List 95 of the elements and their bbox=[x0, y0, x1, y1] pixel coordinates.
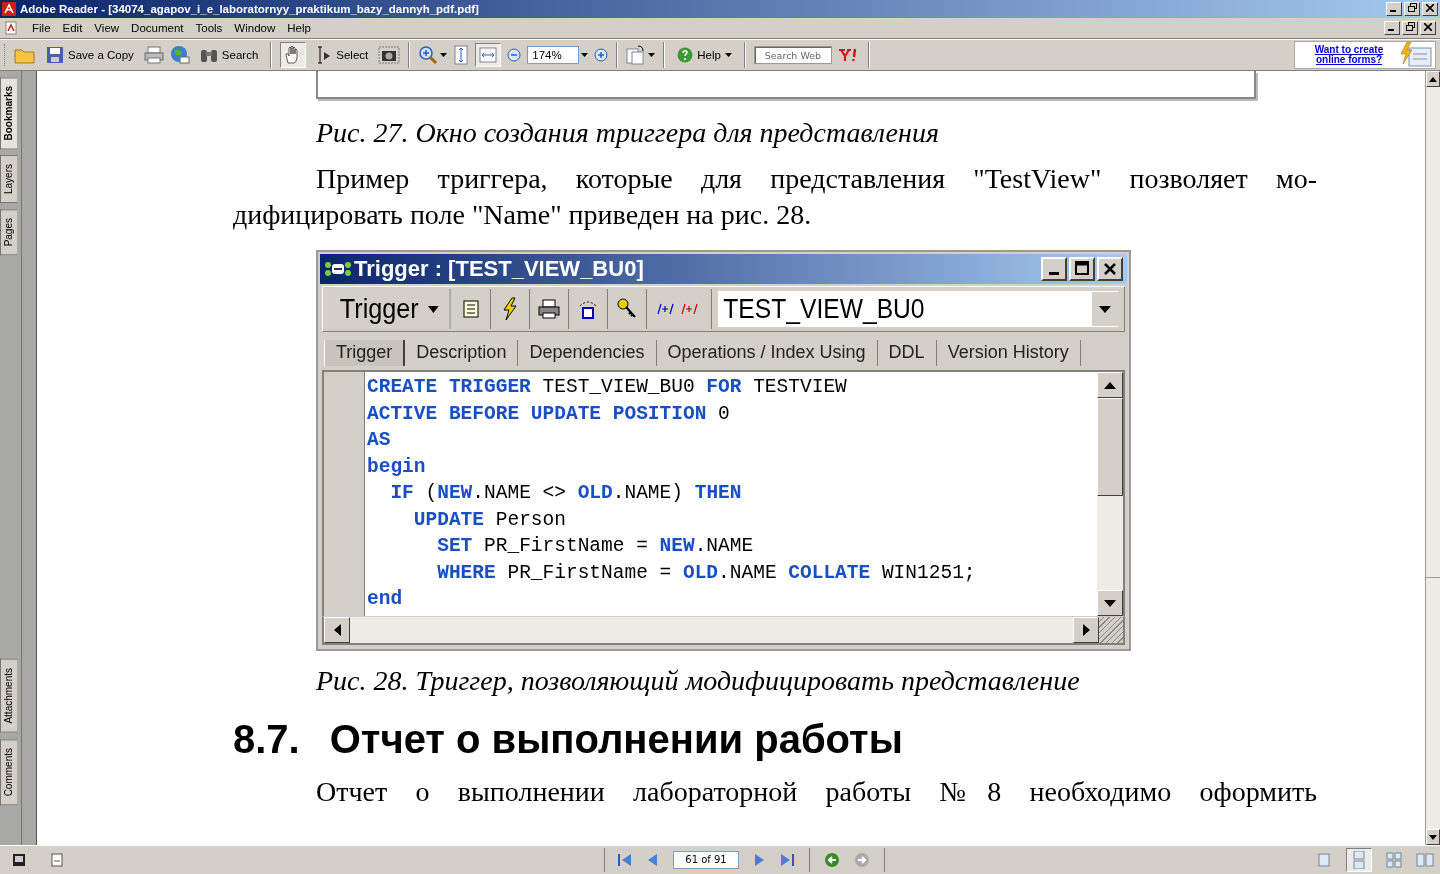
section-number: 8.7. bbox=[233, 717, 300, 762]
fit-width-icon bbox=[479, 46, 498, 64]
nav-tab[interactable]: Bookmarks bbox=[0, 77, 17, 150]
object-type-dropdown[interactable]: Trigger bbox=[329, 289, 451, 329]
body-paragraph: Пример триггера, которые для представления "TestView" позволяет мо-дифицировать поле "Name" приведен на рис. 28. bbox=[233, 162, 1317, 232]
caret-icon[interactable] bbox=[648, 53, 656, 57]
zoom-field[interactable]: 174% bbox=[527, 46, 580, 64]
close-button[interactable] bbox=[1097, 257, 1123, 281]
code-line: UPDATE Person bbox=[412, 507, 567, 533]
lightning-icon bbox=[500, 297, 519, 321]
trigger-window-title: Trigger : [TEST_VIEW_BU0] bbox=[354, 256, 644, 282]
form-lightning-icon bbox=[1399, 42, 1433, 68]
scroll-up-icon[interactable] bbox=[1104, 381, 1116, 389]
code-line: IF (NEW.NAME <> OLD.NAME) THEN bbox=[389, 481, 743, 506]
first-page-icon[interactable] bbox=[617, 853, 633, 867]
page-rotate-icon[interactable] bbox=[626, 45, 647, 65]
code-line: begin bbox=[367, 454, 427, 480]
close-icon bbox=[1424, 23, 1432, 31]
page-icon[interactable] bbox=[50, 853, 64, 867]
maximize-button[interactable] bbox=[1069, 257, 1095, 281]
page-number-field[interactable]: 61 of 91 bbox=[673, 851, 739, 869]
nav-tab[interactable]: Attachments bbox=[0, 659, 17, 733]
code-line: CREATE TRIGGER TEST_VIEW_BU0 FOR TESTVIEW bbox=[367, 375, 848, 400]
database-logo-icon bbox=[324, 259, 352, 279]
nav-tab[interactable]: Comments bbox=[0, 738, 17, 805]
camera-icon[interactable] bbox=[378, 46, 401, 64]
menu-item[interactable]: Edit bbox=[62, 22, 83, 34]
nav-tab[interactable]: Layers bbox=[0, 155, 17, 204]
nav-tab[interactable]: Pages bbox=[0, 209, 17, 256]
close-button[interactable] bbox=[1420, 21, 1436, 35]
panel-toggle-icon[interactable] bbox=[12, 853, 26, 867]
minimize-button[interactable] bbox=[1041, 257, 1067, 281]
close-button[interactable] bbox=[1422, 2, 1438, 16]
code-line: ACTIVE BEFORE UPDATE POSITION 0 bbox=[367, 401, 731, 427]
web-search-field[interactable]: Search Web bbox=[753, 46, 832, 64]
section-heading: Отчет о выполнении работы bbox=[329, 717, 903, 762]
hand-tool-button[interactable] bbox=[280, 42, 307, 68]
scroll-left-icon[interactable] bbox=[333, 624, 341, 636]
caret-icon bbox=[724, 53, 732, 57]
menu-item[interactable]: Window bbox=[234, 22, 276, 34]
scroll-down-icon[interactable] bbox=[1429, 834, 1437, 840]
search-button[interactable]: Search bbox=[195, 44, 263, 66]
zoom-in-icon[interactable] bbox=[594, 48, 609, 62]
restore-button[interactable] bbox=[1404, 2, 1420, 16]
zoom-out-icon[interactable] bbox=[507, 48, 522, 62]
scroll-up-icon[interactable] bbox=[1429, 76, 1437, 82]
menu-item[interactable]: Help bbox=[287, 22, 311, 34]
acrobat-logo-icon bbox=[2, 2, 16, 16]
fit-height-icon[interactable] bbox=[453, 45, 470, 65]
window-title: Adobe Reader - [34074_agapov_i_e_laboratornyy_praktikum_bazy_dannyh_pdf.pdf] bbox=[20, 3, 479, 15]
fit-width-button[interactable] bbox=[475, 43, 502, 67]
save-copy-button[interactable]: Save a Copy bbox=[42, 43, 138, 67]
help-button[interactable]: Help bbox=[673, 44, 736, 66]
code-line: WHERE PR_FirstName = OLD.NAME COLLATE WIN1251; bbox=[436, 560, 977, 586]
caret-icon[interactable] bbox=[440, 53, 448, 57]
scroll-right-icon[interactable] bbox=[1082, 624, 1090, 636]
back-icon[interactable] bbox=[824, 852, 840, 868]
restore-button[interactable] bbox=[1402, 21, 1418, 35]
resize-grip[interactable] bbox=[1099, 617, 1123, 643]
printer-icon bbox=[537, 299, 560, 319]
menu-item[interactable]: View bbox=[94, 22, 120, 34]
printer-icon[interactable] bbox=[143, 46, 164, 64]
menu-item[interactable]: Tools bbox=[195, 22, 223, 34]
minimize-icon bbox=[1049, 272, 1059, 275]
binoculars-icon bbox=[199, 47, 218, 63]
next-page-icon[interactable] bbox=[753, 853, 765, 867]
menu-item[interactable]: File bbox=[32, 22, 51, 34]
body-paragraph: Отчет о выполнении лабораторной работы №8 необходимо оформить bbox=[315, 775, 1317, 809]
minimize-button[interactable] bbox=[1384, 21, 1400, 35]
close-icon bbox=[1426, 4, 1434, 12]
panel-splitter[interactable] bbox=[22, 71, 37, 845]
menu-item[interactable]: Document bbox=[131, 22, 184, 34]
caret-icon bbox=[1099, 305, 1111, 313]
maximize-icon bbox=[1075, 260, 1089, 275]
document-icon bbox=[461, 299, 480, 319]
zoom-in-icon[interactable] bbox=[418, 45, 439, 65]
select-tool-button[interactable]: Select bbox=[312, 43, 373, 67]
code-line: end bbox=[367, 587, 404, 612]
help-icon bbox=[677, 47, 694, 63]
caret-icon bbox=[427, 305, 439, 313]
caret-icon[interactable] bbox=[581, 53, 589, 57]
code-line: AS bbox=[367, 428, 392, 453]
figure-caption: Рис. 28. Триггер, позволяющий модифицировать представление bbox=[315, 665, 1081, 697]
figure-caption: Рис. 27. Окно создания триггера для представления bbox=[315, 117, 940, 149]
scroll-thumb[interactable] bbox=[1097, 398, 1123, 496]
pdf-document-icon bbox=[4, 21, 18, 35]
vertical-scrollbar[interactable] bbox=[1425, 71, 1440, 845]
last-page-icon[interactable] bbox=[779, 853, 795, 867]
scroll-down-icon[interactable] bbox=[1104, 599, 1116, 607]
code-line: SET PR_FirstName = NEW.NAME bbox=[436, 534, 755, 559]
globe-mail-icon[interactable] bbox=[169, 45, 190, 65]
close-icon bbox=[1104, 262, 1116, 275]
object-name-combo[interactable]: TEST_VIEW_BU0 bbox=[717, 291, 1118, 327]
minimize-button[interactable] bbox=[1386, 2, 1402, 16]
previous-page-icon[interactable] bbox=[647, 853, 659, 867]
